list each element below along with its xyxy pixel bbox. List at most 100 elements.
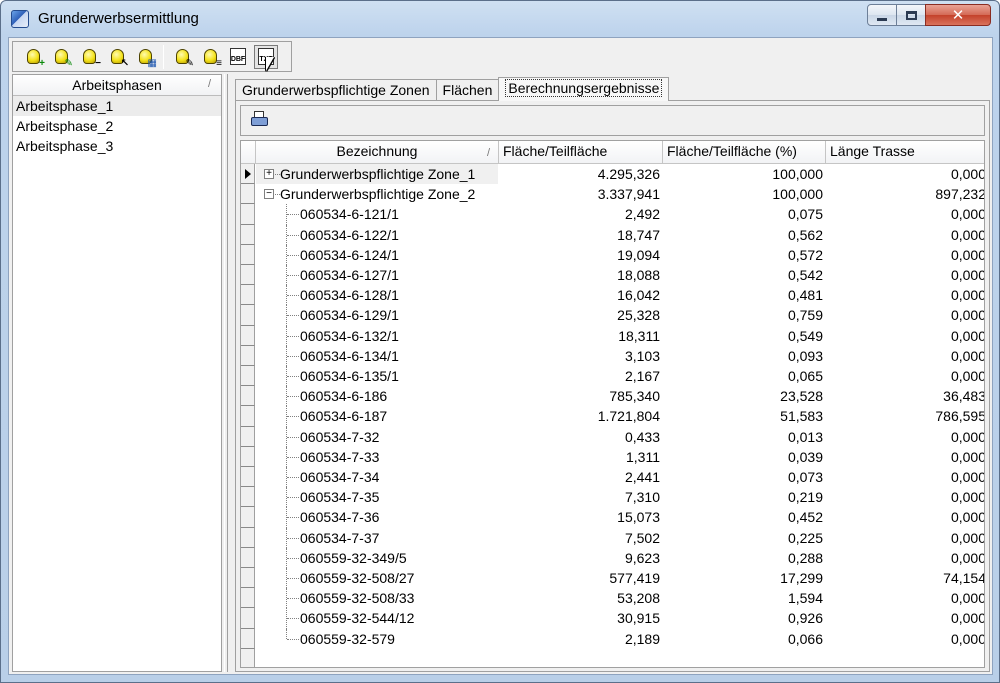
table-row[interactable]: 060534-6-134/1 3,103 0,093 0,000 — [241, 345, 984, 366]
row-indicator[interactable] — [241, 547, 255, 568]
table-row[interactable]: 060559-32-508/33 53,208 1,594 0,000 — [241, 588, 984, 609]
cell-length: 0,000 — [950, 469, 985, 485]
table-row[interactable]: − Grunderwerbspflichtige Zone_2 3.337,941 1… — [241, 184, 984, 205]
minus-badge-icon: − — [95, 57, 101, 69]
cell-area: 19,094 — [617, 246, 660, 263]
cell-percent: 0,225 — [787, 529, 823, 546]
bulb-add-icon — [26, 49, 40, 64]
row-indicator[interactable] — [241, 467, 255, 488]
row-indicator[interactable] — [241, 426, 255, 447]
zone-label: Grunderwerbspflichtige Zone_2 — [280, 186, 476, 203]
row-indicator[interactable] — [241, 446, 255, 467]
row-indicator[interactable] — [241, 527, 255, 548]
parcel-label: 060534-7-32 — [300, 428, 380, 445]
column-header-length[interactable]: Länge Trasse — [826, 141, 984, 164]
table-row[interactable]: 060534-6-124/1 19,094 0,572 0,000 — [241, 244, 984, 265]
table-row[interactable]: 060534-6-186 785,340 23,528 36,483 — [241, 386, 984, 407]
row-indicator[interactable] — [241, 608, 255, 629]
column-header-area[interactable]: Fläche/Teilfläche — [499, 141, 663, 164]
work-phase-header[interactable]: Arbeitsphasen / — [13, 75, 221, 96]
table-row[interactable]: 060559-32-544/12 30,915 0,926 0,000 — [241, 608, 984, 629]
current-row-indicator[interactable] — [241, 164, 255, 185]
cell-percent: 0,066 — [787, 630, 823, 647]
cell-area: 785,340 — [609, 388, 660, 405]
table-row[interactable]: 060534-6-129/1 25,328 0,759 0,000 — [241, 305, 984, 326]
panel-splitter[interactable] — [224, 74, 228, 672]
collapse-icon[interactable]: − — [264, 189, 274, 200]
column-header-percent[interactable]: Fläche/Teilfläche (%) — [663, 141, 826, 164]
cell-length: 0,000 — [950, 226, 985, 243]
table-row[interactable]: 060534-7-33 1,311 0,039 0,000 — [241, 446, 984, 467]
row-indicator[interactable] — [241, 507, 255, 528]
table-row[interactable]: 060534-7-36 15,073 0,452 0,000 — [241, 507, 984, 528]
row-indicator[interactable] — [241, 406, 255, 427]
row-indicator[interactable] — [241, 325, 255, 346]
row-indicator[interactable] — [241, 366, 255, 387]
table-row[interactable]: 060534-6-132/1 18,311 0,549 0,000 — [241, 325, 984, 346]
row-indicator[interactable] — [241, 386, 255, 407]
tree-connector — [287, 477, 299, 478]
row-indicator[interactable] — [241, 588, 255, 609]
row-indicator[interactable] — [241, 568, 255, 589]
bulb-remove-button[interactable]: − — [77, 45, 101, 69]
app-icon[interactable] — [11, 10, 29, 28]
cell-percent: 0,073 — [787, 469, 823, 485]
table-row[interactable]: 060559-32-508/27 577,419 17,299 74,154 — [241, 568, 984, 589]
work-phase-item[interactable]: Arbeitsphase_3 — [13, 136, 221, 156]
bulb-list-button[interactable]: ≡ — [198, 45, 222, 69]
table-row[interactable]: 060534-7-32 0,433 0,013 0,000 — [241, 426, 984, 447]
work-phase-item[interactable]: Arbeitsphase_1 — [13, 96, 221, 116]
cell-area: 3,103 — [624, 347, 660, 364]
export-dbf-button[interactable]: DBF — [226, 45, 250, 69]
table-row[interactable]: 060534-7-37 7,502 0,225 0,000 — [241, 527, 985, 548]
tree-connector — [287, 537, 299, 539]
table-row[interactable]: 060559-32-349/5 9,623 0,288 0,000 — [241, 547, 984, 568]
row-indicator[interactable] — [241, 487, 255, 508]
tab-areas[interactable]: Flächen — [435, 79, 500, 101]
row-indicator[interactable] — [241, 244, 255, 265]
bulb-pen-button[interactable]: ✎ — [170, 45, 194, 69]
bulb-edit-button[interactable]: ✎ — [49, 45, 73, 69]
expand-icon[interactable]: + — [264, 169, 274, 179]
table-row[interactable]: 060534-7-35 7,310 0,219 0,000 — [241, 487, 984, 508]
tab-strip: Grunderwerbspflichtige Zonen Flächen Ber… — [235, 77, 670, 101]
minimize-icon — [877, 17, 887, 21]
close-button[interactable]: ✕ — [925, 4, 991, 26]
table-row[interactable]: + Grunderwerbspflichtige Zone_1 4.295,326 1… — [241, 164, 984, 185]
cell-percent: 0,759 — [787, 307, 823, 324]
cell-percent: 0,481 — [787, 287, 823, 304]
cell-area: 3.337,941 — [597, 186, 660, 203]
minimize-button[interactable] — [867, 4, 897, 26]
tab-results[interactable]: Berechnungsergebnisse — [498, 77, 670, 101]
calculator-button[interactable]: ▦ — [133, 45, 157, 69]
tab-zones[interactable]: Grunderwerbspflichtige Zonen — [235, 79, 437, 101]
row-indicator[interactable] — [241, 345, 255, 366]
cell-name: 060534-6-135/1 — [256, 366, 498, 387]
row-indicator[interactable] — [241, 224, 255, 245]
maximize-button[interactable] — [896, 4, 926, 26]
row-indicator[interactable] — [241, 204, 255, 225]
table-row[interactable]: 060534-7-34 2,441 0,073 0,000 — [241, 467, 985, 488]
bulb-add-button[interactable]: + — [21, 45, 45, 69]
bulb-select-button[interactable]: ↖ — [105, 45, 129, 69]
row-indicator[interactable] — [241, 305, 255, 326]
print-report-button[interactable] — [249, 110, 271, 132]
table-row[interactable]: 060534-6-121/1 2,492 0,075 0,000 — [241, 204, 984, 225]
cell-length: 0,000 — [950, 630, 985, 647]
tree-connector — [287, 376, 299, 377]
table-row[interactable]: 060534-6-128/1 16,042 0,481 0,000 — [241, 285, 984, 306]
table-row[interactable]: 060534-6-127/1 18,088 0,542 0,000 — [241, 265, 984, 286]
row-indicator[interactable] — [241, 285, 255, 306]
row-indicator[interactable] — [241, 184, 255, 205]
tree-connector — [287, 598, 299, 600]
table-row[interactable]: 060534-6-187 1.721,804 51,583 786,595 — [241, 406, 984, 427]
table-row[interactable]: 060534-6-135/1 2,167 0,065 0,000 — [241, 366, 984, 387]
row-indicator[interactable] — [241, 265, 255, 286]
row-indicator[interactable] — [241, 628, 255, 649]
table-row[interactable]: 060534-6-122/1 18,747 0,562 0,000 — [241, 224, 985, 245]
column-header-name[interactable]: Bezeichnung / — [256, 141, 499, 164]
work-phase-item[interactable]: Arbeitsphase_2 — [13, 116, 221, 136]
table-row[interactable]: 060559-32-579 2,189 0,066 0,000 — [241, 628, 985, 649]
title-bar[interactable]: Grunderwerbsermittlung ✕ — [1, 1, 999, 37]
cell-length: 0,000 — [950, 529, 985, 546]
